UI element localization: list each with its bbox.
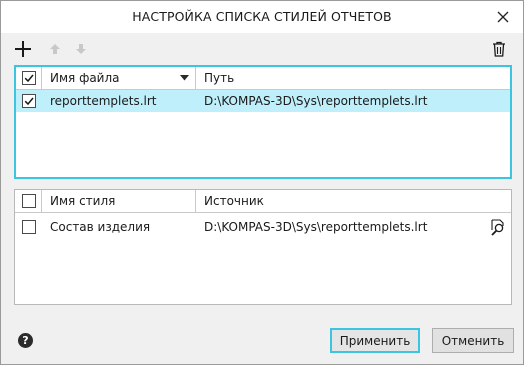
row-checkbox[interactable] <box>22 220 36 234</box>
sort-down-triangle-icon <box>180 75 189 81</box>
row-checkbox[interactable] <box>22 94 36 108</box>
dialog-title: НАСТРОЙКА СПИСКА СТИЛЕЙ ОТЧЕТОВ <box>132 9 392 24</box>
column-header-file[interactable]: Имя файла <box>42 67 196 89</box>
title-bar: НАСТРОЙКА СПИСКА СТИЛЕЙ ОТЧЕТОВ <box>1 1 523 33</box>
column-header-file-label: Имя файла <box>50 71 120 85</box>
report-styles-dialog: НАСТРОЙКА СПИСКА СТИЛЕЙ ОТЧЕТОВ Имя файл… <box>0 0 524 365</box>
trash-icon <box>493 41 505 57</box>
column-header-source[interactable]: Источник <box>196 190 511 212</box>
add-button[interactable] <box>12 38 34 60</box>
checkmark-icon <box>24 97 34 106</box>
files-select-all-checkbox[interactable] <box>22 71 36 85</box>
plus-icon <box>15 41 31 57</box>
delete-button[interactable] <box>488 38 510 60</box>
column-header-path[interactable]: Путь <box>196 67 510 89</box>
header-checkbox-cell <box>16 67 42 89</box>
style-source-cell: D:\KOMPAS-3D\Sys\reporttemplets.lrt <box>204 220 428 234</box>
arrow-down-icon <box>76 44 86 54</box>
column-header-path-label: Путь <box>204 71 235 85</box>
close-button[interactable] <box>491 5 515 29</box>
table-row[interactable]: Состав изделия D:\KOMPAS-3D\Sys\reportte… <box>15 216 511 238</box>
files-grid-header: Имя файла Путь <box>16 67 510 90</box>
arrow-up-icon <box>50 44 60 54</box>
column-header-source-label: Источник <box>204 194 264 208</box>
styles-grid-header: Имя стиля Источник <box>15 190 511 213</box>
styles-select-all-checkbox[interactable] <box>22 194 36 208</box>
styles-grid[interactable]: Имя стиля Источник Состав изделия D:\KOM… <box>14 189 512 305</box>
preview-search-icon <box>491 219 504 236</box>
preview-button[interactable] <box>489 218 507 236</box>
move-down-button[interactable] <box>70 38 92 60</box>
close-icon <box>497 11 509 23</box>
checkmark-icon <box>24 74 34 83</box>
apply-button[interactable]: Применить <box>330 328 420 353</box>
column-header-style[interactable]: Имя стиля <box>42 190 196 212</box>
help-icon[interactable]: ? <box>18 333 33 348</box>
table-row[interactable]: reporttemplets.lrt D:\KOMPAS-3D\Sys\repo… <box>16 90 510 112</box>
header-checkbox-cell <box>15 190 42 212</box>
files-grid[interactable]: Имя файла Путь reporttemplets.lrt D:\KOM… <box>14 65 512 179</box>
column-header-style-label: Имя стиля <box>50 194 116 208</box>
style-name-cell: Состав изделия <box>50 220 151 234</box>
toolbar <box>1 35 523 63</box>
cancel-button[interactable]: Отменить <box>432 328 514 353</box>
file-name-cell: reporttemplets.lrt <box>50 94 157 108</box>
move-up-button[interactable] <box>44 38 66 60</box>
file-path-cell: D:\KOMPAS-3D\Sys\reporttemplets.lrt <box>204 94 428 108</box>
